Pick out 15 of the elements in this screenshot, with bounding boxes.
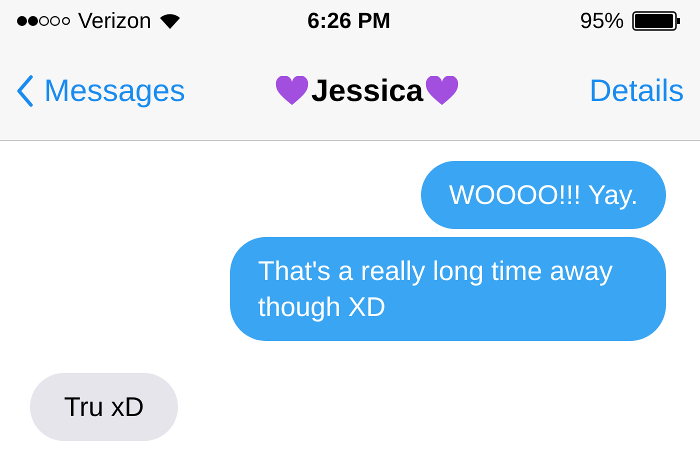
heart-icon xyxy=(425,76,460,106)
heart-icon xyxy=(275,76,310,106)
back-chevron-icon xyxy=(16,75,34,107)
wifi-icon xyxy=(159,12,182,30)
contact-name: Jessica xyxy=(311,73,424,109)
message-bubble: Tru xD xyxy=(30,373,178,441)
signal-icon xyxy=(16,15,70,27)
message-bubble: WOOOO!!! Yay. xyxy=(420,161,666,229)
message-bubble: That's a really long time away though XD xyxy=(230,237,666,341)
details-link[interactable]: Details xyxy=(589,73,684,109)
status-time: 6:26 PM xyxy=(307,8,391,34)
carrier-name: Verizon xyxy=(78,8,152,34)
battery-icon xyxy=(632,11,682,31)
back-button[interactable]: Messages xyxy=(16,73,186,109)
battery-percent: 95% xyxy=(580,8,624,34)
